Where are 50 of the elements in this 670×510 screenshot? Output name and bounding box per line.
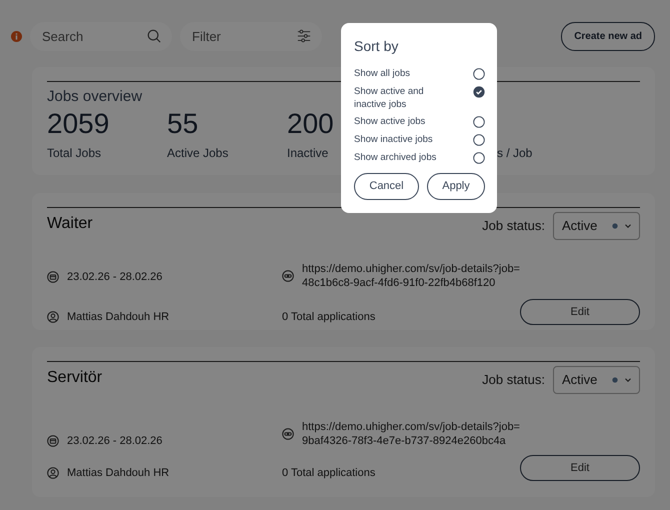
sort-option[interactable]: Show active and inactive jobs — [354, 86, 485, 112]
status-label: Job status: — [482, 371, 545, 390]
cancel-button[interactable]: Cancel — [354, 172, 419, 200]
dialog-title: Sort by — [354, 37, 400, 56]
search-field[interactable]: Search — [30, 22, 172, 50]
status-select[interactable]: Active — [553, 366, 640, 394]
stat-label: Inactive — [287, 145, 328, 162]
link-icon — [282, 428, 294, 440]
job-title: Waiter — [47, 214, 93, 234]
job-dates: 23.02.26 - 28.02.26 — [67, 434, 162, 449]
radio-icon — [473, 134, 485, 146]
job-url[interactable]: https://demo.uhigher.com/sv/job-details?job=9baf4326-78f3-4e7e-b737-8924e260bc4a — [302, 420, 520, 449]
job-url[interactable]: https://demo.uhigher.com/sv/job-details?job=48c1b6c8-9acf-4fd6-91f0-22fb4b68f120 — [302, 262, 520, 291]
edit-button[interactable]: Edit — [520, 455, 640, 482]
sort-option[interactable]: Show inactive jobs — [354, 134, 485, 148]
user-icon — [47, 466, 59, 479]
stat-label: Active Jobs — [167, 145, 228, 162]
edit-button[interactable]: Edit — [520, 299, 640, 326]
applications-count: 0 Total applications — [282, 310, 376, 325]
job-title: Servitör — [47, 368, 102, 388]
radio-icon — [473, 68, 485, 80]
create-ad-button[interactable]: Create new ad — [561, 22, 655, 50]
status-dot-icon — [611, 222, 619, 230]
status-select[interactable]: Active — [553, 212, 640, 240]
sort-option[interactable]: Show all jobs — [354, 68, 485, 81]
stat-value: 2059 — [47, 109, 110, 138]
sort-option[interactable]: Show archived jobs — [354, 152, 485, 165]
stat-label: s / Job — [497, 145, 532, 162]
stat-value: 55 — [167, 109, 198, 138]
apply-button[interactable]: Apply — [427, 172, 485, 200]
status-label: Job status: — [482, 217, 545, 236]
job-owner: Mattias Dahdouh HR — [67, 310, 170, 325]
status-dot-icon — [611, 376, 619, 384]
sort-option[interactable]: Show active jobs — [354, 116, 485, 130]
link-icon — [282, 270, 294, 282]
calendar-icon — [47, 271, 59, 284]
stat-label: Total Jobs — [47, 145, 102, 162]
filter-field[interactable]: Filter — [180, 22, 322, 50]
stat-value: 200 — [287, 109, 334, 138]
job-owner: Mattias Dahdouh HR — [67, 466, 170, 481]
job-dates: 23.02.26 - 28.02.26 — [67, 270, 162, 285]
calendar-icon — [47, 435, 59, 448]
sliders-icon — [297, 28, 311, 42]
user-icon — [47, 310, 59, 323]
radio-icon — [473, 152, 485, 164]
search-icon — [147, 28, 161, 42]
overview-title: Jobs overview — [47, 89, 142, 106]
radio-icon — [473, 116, 485, 128]
radio-checked-icon — [473, 86, 485, 98]
applications-count: 0 Total applications — [282, 466, 376, 481]
